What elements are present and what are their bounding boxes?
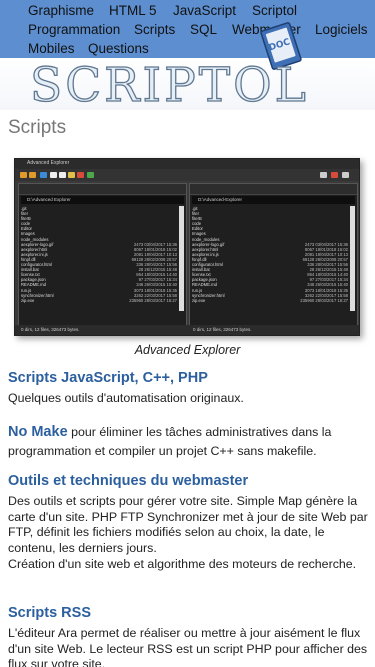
section-text-webmaster: Des outils et scripts pour gérer votre s… xyxy=(8,494,368,555)
file-meta: 235960 28/03/2017 16:27 xyxy=(129,297,177,303)
window-title: Advanced Explorer xyxy=(27,160,70,166)
edit-icon xyxy=(87,172,94,178)
section-text-scripts: Quelques outils d'automatisation origina… xyxy=(8,391,244,405)
delete-icon xyxy=(77,172,84,178)
up-icon xyxy=(40,172,47,178)
left-status: 0 dirs, 12 files, 326473 bytes. xyxy=(21,327,80,332)
advanced-explorer-screenshot: Advanced Explorer D:\Advanced Explorer .… xyxy=(14,158,360,336)
file-row[interactable]: zip.exe 235960 28/03/2017 16:27 xyxy=(21,298,179,303)
window-toolbar xyxy=(15,169,359,181)
nav-sql[interactable]: SQL xyxy=(190,22,217,37)
nav-graphisme[interactable]: Graphisme xyxy=(28,3,94,18)
paste-icon xyxy=(59,172,66,178)
file-name: zip.exe xyxy=(192,297,206,303)
window-statusbar: 0 dirs, 12 files, 326473 bytes. 0 dirs, … xyxy=(15,325,359,335)
left-pane: D:\Advanced Explorer .git fiter fiterB code… xyxy=(18,183,187,326)
file-row[interactable]: zip.exe 235960 28/03/2017 16:27 xyxy=(192,298,350,303)
left-pane-path: D:\Advanced Explorer xyxy=(21,196,184,204)
left-file-list: .git fiter fiterB code Editor Images node_modu… xyxy=(21,206,179,303)
right-pane-path: D:\Advanced-Explorer xyxy=(192,196,355,204)
right-pane-toolbar xyxy=(190,184,357,195)
left-pane-toolbar xyxy=(19,184,186,195)
section-title-scripts: Scripts JavaScript, C++, PHP xyxy=(8,370,208,386)
forward-icon xyxy=(29,172,36,178)
right-pane: D:\Advanced-Explorer .git fiter fiterB code… xyxy=(189,183,358,326)
right-status: 0 dirs, 12 files, 326473 bytes. xyxy=(193,327,252,332)
section-title-rss: Scripts RSS xyxy=(8,605,91,621)
right-file-list: .git fiter fiterB code Editor Images node_modu… xyxy=(192,206,350,303)
nomake-link[interactable]: No Make xyxy=(8,424,68,440)
copy-icon xyxy=(50,172,57,178)
site-logo[interactable]: SCRIPTOL xyxy=(29,61,309,109)
nav-mobiles[interactable]: Mobiles xyxy=(28,41,75,56)
screenshot-caption: Advanced Explorer xyxy=(134,343,241,357)
nav-logiciels[interactable]: Logiciels xyxy=(315,22,368,37)
window-titlebar: Advanced Explorer xyxy=(15,159,359,169)
left-scrollbar xyxy=(179,206,184,311)
folder-icon xyxy=(68,172,75,178)
nav-scripts[interactable]: Scripts xyxy=(134,22,175,37)
tools-icon xyxy=(320,172,327,178)
file-meta: 235960 28/03/2017 16:27 xyxy=(300,297,348,303)
file-name: zip.exe xyxy=(21,297,35,303)
section-text-webmaster-2: Création d'un site web et algorithme des… xyxy=(8,557,357,571)
section-text-rss: L'éditeur Ara permet de réaliser ou mett… xyxy=(8,626,368,667)
top-navigation: Graphisme HTML 5 JavaScript Scriptol Pro… xyxy=(0,0,375,58)
right-scrollbar xyxy=(350,206,355,311)
page-title: Scripts xyxy=(8,117,67,138)
back-icon xyxy=(20,172,27,178)
close-icon xyxy=(331,172,338,178)
section-title-webmaster: Outils et techniques du webmaster xyxy=(8,473,249,489)
nav-programmation[interactable]: Programmation xyxy=(28,22,120,37)
nomake-paragraph: No Make pour éliminer les tâches adminis… xyxy=(8,423,368,461)
settings-icon xyxy=(342,172,349,178)
nav-javascript[interactable]: JavaScript xyxy=(173,3,236,18)
nav-scriptol[interactable]: Scriptol xyxy=(252,3,297,18)
nav-html5[interactable]: HTML 5 xyxy=(109,3,157,18)
nav-questions[interactable]: Questions xyxy=(88,41,149,56)
